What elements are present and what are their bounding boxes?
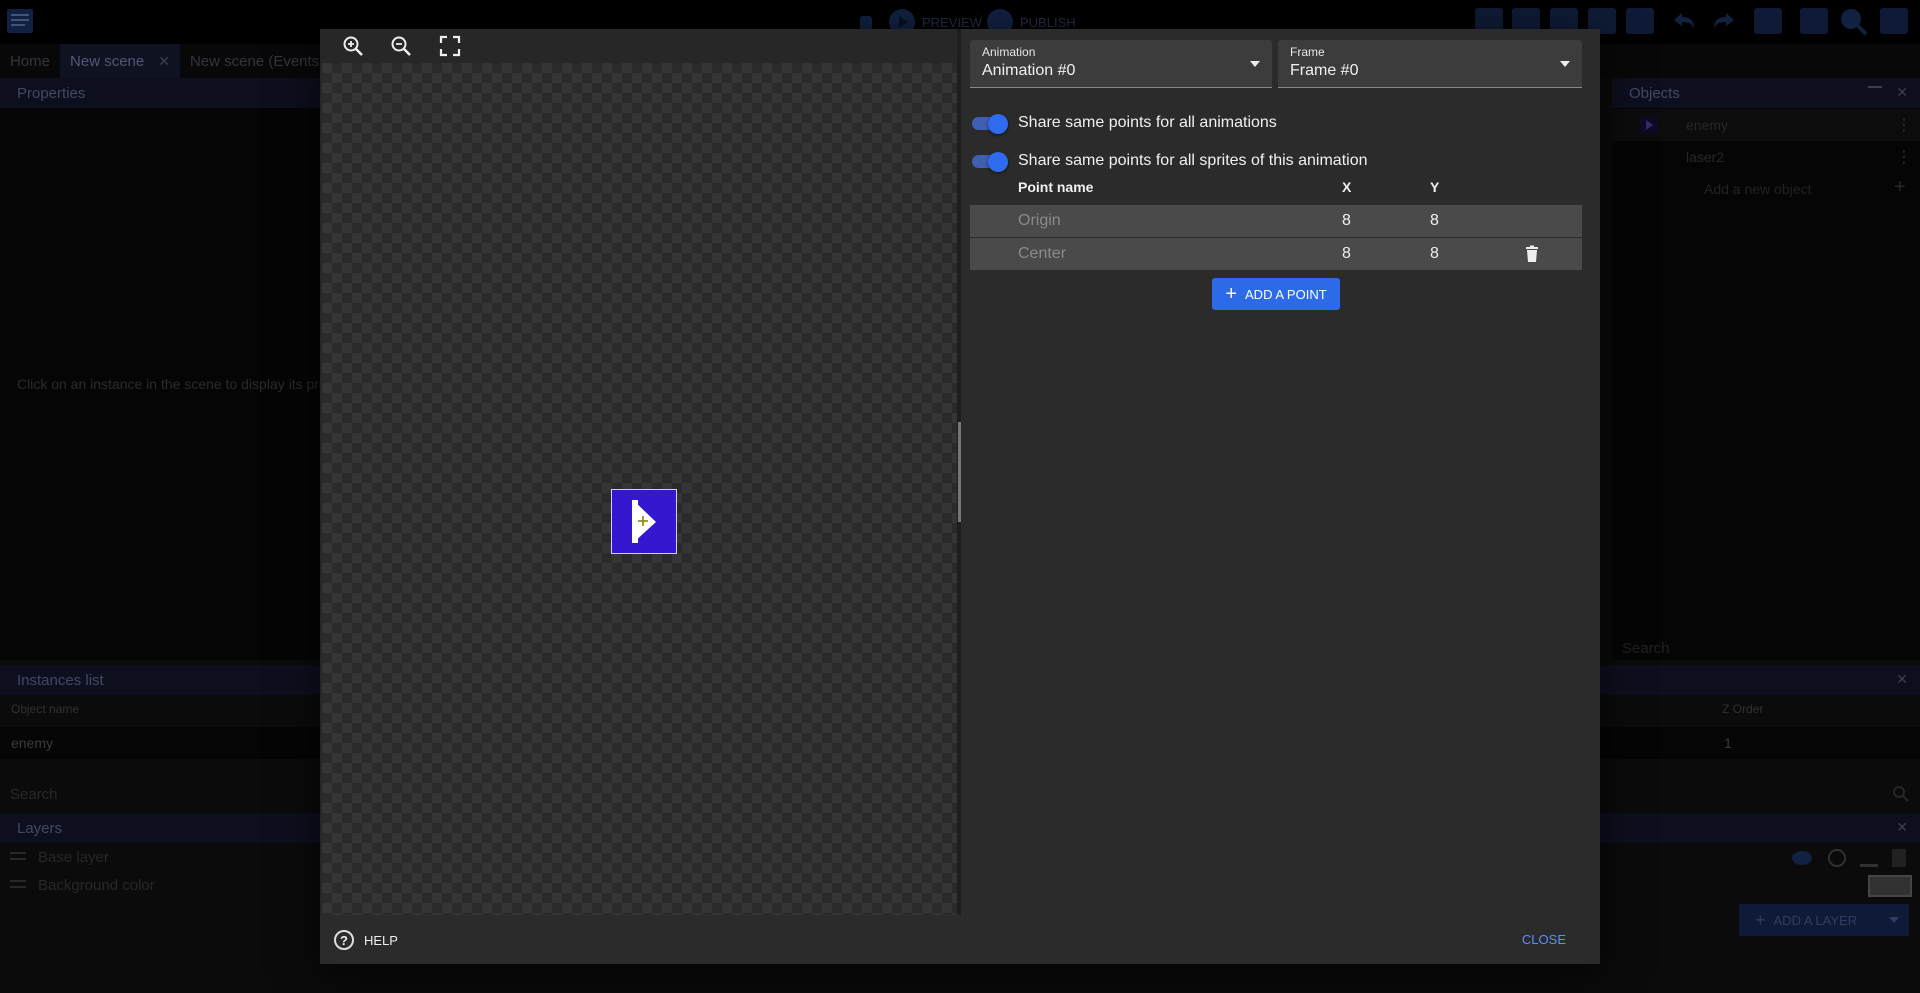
table-row[interactable]: Center 8 8 — [970, 238, 1582, 270]
fullscreen-icon — [439, 35, 461, 57]
preview-toolbar — [320, 29, 959, 63]
zoom-fit-button[interactable] — [436, 32, 464, 60]
point-y-field[interactable]: 8 — [1430, 245, 1439, 263]
splitter-handle[interactable] — [958, 422, 961, 522]
point-x-field[interactable]: 8 — [1342, 212, 1351, 230]
point-name-field[interactable]: Center — [1018, 245, 1066, 263]
transparency-canvas[interactable] — [322, 63, 958, 915]
col-x: X — [1342, 179, 1352, 195]
points-editor-dialog: Animation Animation #0 Frame Frame #0 Sh… — [320, 29, 1600, 964]
zoom-out-button[interactable] — [387, 32, 415, 60]
points-table-header: Point name X Y — [970, 171, 1582, 201]
frame-select-label: Frame — [1290, 45, 1325, 59]
add-point-button[interactable]: + ADD A POINT — [1212, 278, 1340, 310]
share-points-animations-toggle[interactable] — [972, 114, 1008, 134]
animation-select-value: Animation #0 — [982, 62, 1076, 79]
col-point-name: Point name — [1018, 179, 1094, 195]
add-point-label: ADD A POINT — [1245, 286, 1327, 302]
chevron-down-icon — [1560, 61, 1570, 67]
help-button[interactable]: ? HELP — [334, 930, 398, 950]
table-row[interactable]: Origin 8 8 — [970, 205, 1582, 237]
points-settings-panel: Animation Animation #0 Frame Frame #0 Sh… — [970, 29, 1592, 915]
help-icon: ? — [334, 930, 354, 950]
frame-select[interactable]: Frame Frame #0 — [1278, 40, 1582, 88]
share-points-animations-label: Share same points for all animations — [1018, 114, 1277, 131]
point-crosshair-icon[interactable] — [638, 516, 648, 526]
point-y-field[interactable]: 8 — [1430, 212, 1439, 230]
chevron-down-icon — [1250, 61, 1260, 67]
dialog-actions: ? HELP CLOSE — [320, 915, 1600, 964]
sprite-preview-panel — [320, 29, 961, 915]
frame-select-value: Frame #0 — [1290, 62, 1359, 79]
animation-select[interactable]: Animation Animation #0 — [970, 40, 1272, 88]
sprite-image — [611, 489, 677, 554]
animation-select-label: Animation — [982, 45, 1036, 59]
help-label: HELP — [364, 932, 398, 948]
col-y: Y — [1430, 179, 1440, 195]
delete-icon[interactable] — [1523, 245, 1541, 263]
share-points-sprites-toggle[interactable] — [972, 152, 1008, 172]
point-x-field[interactable]: 8 — [1342, 245, 1351, 263]
zoom-out-icon — [391, 36, 411, 56]
zoom-in-button[interactable] — [339, 32, 367, 60]
close-button[interactable]: CLOSE — [1522, 932, 1566, 947]
share-points-animations-row: Share same points for all animations — [970, 110, 1277, 136]
plus-icon: + — [1225, 283, 1238, 305]
zoom-in-icon — [343, 36, 363, 56]
share-points-sprites-label: Share same points for all sprites of thi… — [1018, 152, 1368, 169]
point-name-field[interactable]: Origin — [1018, 212, 1061, 230]
